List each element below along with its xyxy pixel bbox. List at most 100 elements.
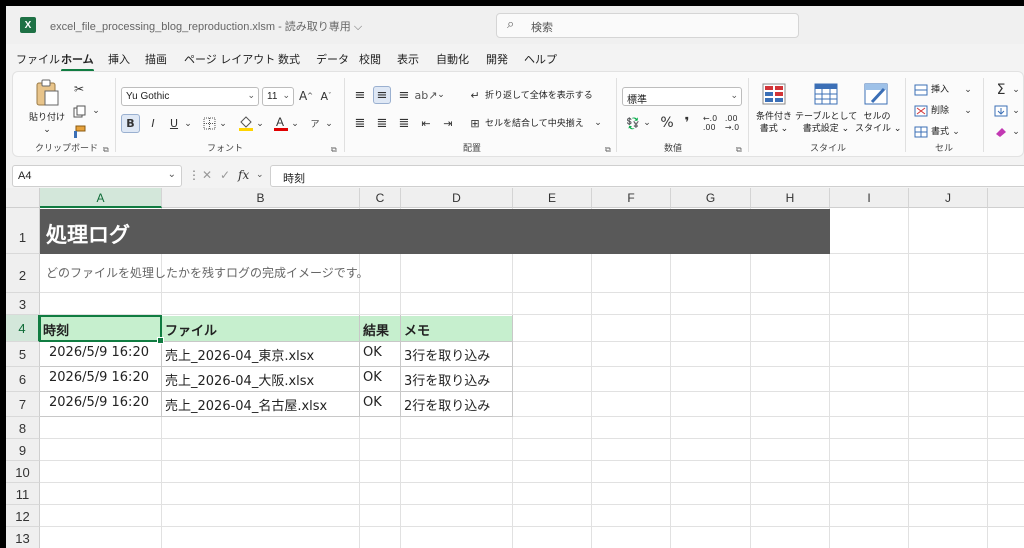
format-as-table-icon[interactable] (813, 82, 839, 106)
clear-dropdown-icon[interactable]: ⌄ (1011, 124, 1021, 140)
row-header-8[interactable]: 8 (6, 417, 40, 439)
accounting-dropdown-icon[interactable]: ⌄ (642, 114, 652, 132)
fill-down-icon[interactable] (993, 103, 1009, 119)
format-as-table-button[interactable]: テーブルとして 書式設定 ⌄ (795, 111, 857, 135)
column-header-d[interactable]: D (401, 188, 513, 208)
paste-label[interactable]: 貼り付け (27, 112, 67, 124)
more-options-icon[interactable]: ⋮ (188, 168, 200, 182)
header-file[interactable]: ファイル (165, 320, 217, 339)
font-name-combo[interactable]: Yu Gothic ⌄ (121, 87, 259, 106)
format-cells-icon[interactable] (913, 124, 929, 140)
cell-result[interactable]: OK (363, 395, 382, 410)
column-header-j[interactable]: J (909, 188, 988, 208)
row-header-10[interactable]: 10 (6, 461, 40, 483)
fill-color-dropdown-icon[interactable]: ⌄ (255, 114, 265, 133)
row-header-11[interactable]: 11 (6, 483, 40, 505)
number-launcher-icon[interactable]: ⧉ (736, 145, 742, 155)
orientation-icon[interactable]: ab↗ (415, 86, 438, 104)
cell-time[interactable]: 2026/5/9 16:20 (49, 370, 149, 385)
accounting-format-icon[interactable]: 💱 (624, 114, 642, 132)
number-format-combo[interactable]: 標準 ⌄ (622, 87, 742, 106)
decrease-indent-icon[interactable]: ⇤ (417, 114, 435, 132)
cell-result[interactable]: OK (363, 345, 382, 360)
phonetic-dropdown-icon[interactable]: ⌄ (324, 114, 334, 133)
conditional-formatting-icon[interactable] (761, 82, 787, 106)
delete-dropdown-icon[interactable]: ⌄ (963, 103, 973, 119)
tab-developer[interactable]: 開発 (486, 51, 508, 67)
cell-styles-button[interactable]: セルの スタイル ⌄ (855, 111, 901, 135)
cell-memo[interactable]: 3行を取り込み (404, 345, 490, 364)
decrease-font-icon[interactable]: Aˇ (318, 87, 334, 105)
autosum-button[interactable]: Σ (993, 82, 1009, 98)
fill-color-icon[interactable] (237, 113, 255, 133)
enter-check-icon[interactable]: ✓ (220, 168, 230, 182)
borders-dropdown-icon[interactable]: ⌄ (218, 114, 228, 133)
cell-styles-icon[interactable] (863, 82, 889, 106)
row-header-1[interactable]: 1 (6, 208, 40, 254)
conditional-formatting-button[interactable]: 条件付き 書式 ⌄ (751, 111, 797, 135)
worksheet-grid[interactable]: A B C D E F G H I J 1 2 3 4 5 6 7 8 9 10… (6, 188, 1024, 548)
tab-automate[interactable]: 自動化 (436, 51, 469, 67)
copy-icon[interactable] (71, 103, 87, 119)
cancel-icon[interactable]: ✕ (202, 168, 212, 182)
column-header-i[interactable]: I (830, 188, 909, 208)
row-header-12[interactable]: 12 (6, 505, 40, 527)
row-header-9[interactable]: 9 (6, 439, 40, 461)
paste-dropdown-icon[interactable]: ⌄ (39, 124, 55, 136)
align-top-icon[interactable]: ≡ (351, 86, 369, 104)
row-header-3[interactable]: 3 (6, 293, 40, 315)
align-middle-icon[interactable]: ≡ (373, 86, 391, 104)
cell-memo[interactable]: 3行を取り込み (404, 370, 490, 389)
autosum-dropdown-icon[interactable]: ⌄ (1011, 82, 1021, 98)
row-header-6[interactable]: 6 (6, 367, 40, 392)
tab-data[interactable]: データ (316, 51, 349, 67)
formula-input[interactable]: 時刻 (270, 165, 1024, 187)
italic-button[interactable]: I (145, 114, 161, 133)
row-header-7[interactable]: 7 (6, 392, 40, 417)
delete-cells-icon[interactable] (913, 103, 929, 119)
cell-file[interactable]: 売上_2026-04_名古屋.xlsx (165, 395, 327, 414)
cell-file[interactable]: 売上_2026-04_東京.xlsx (165, 345, 314, 364)
cell-time[interactable]: 2026/5/9 16:20 (49, 395, 149, 410)
column-header-e[interactable]: E (513, 188, 592, 208)
header-result[interactable]: 結果 (363, 320, 389, 339)
underline-dropdown-icon[interactable]: ⌄ (183, 114, 193, 133)
increase-decimal-icon[interactable]: ←.0.00 (701, 114, 719, 132)
clipboard-launcher-icon[interactable]: ⧉ (103, 145, 109, 155)
row-header-5[interactable]: 5 (6, 342, 40, 367)
column-header-c[interactable]: C (360, 188, 401, 208)
tab-formulas[interactable]: 数式 (278, 51, 300, 67)
fill-dropdown-icon[interactable]: ⌄ (1011, 103, 1021, 119)
tab-help[interactable]: ヘルプ (524, 51, 557, 67)
column-header-a[interactable]: A (40, 188, 162, 208)
font-color-dropdown-icon[interactable]: ⌄ (290, 114, 300, 133)
delete-cells-button[interactable]: 削除 (931, 105, 949, 117)
align-left-icon[interactable]: ≣ (351, 114, 369, 132)
tab-draw[interactable]: 描画 (145, 51, 167, 67)
clear-icon[interactable] (993, 124, 1009, 140)
font-launcher-icon[interactable]: ⧉ (331, 145, 337, 155)
header-memo[interactable]: メモ (404, 320, 430, 339)
sheet-subtitle[interactable]: どのファイルを処理したかを残すログの完成イメージです。 (46, 264, 369, 281)
copy-dropdown-icon[interactable]: ⌄ (91, 103, 101, 119)
percent-style-button[interactable]: % (658, 114, 676, 132)
fx-dropdown-icon[interactable]: ⌄ (256, 170, 264, 180)
row-header-4[interactable]: 4 (6, 315, 40, 342)
insert-cells-button[interactable]: 挿入 (931, 84, 949, 96)
alignment-launcher-icon[interactable]: ⧉ (605, 145, 611, 155)
column-header-f[interactable]: F (592, 188, 671, 208)
increase-font-icon[interactable]: A ^ (298, 87, 314, 105)
tab-view[interactable]: 表示 (397, 51, 419, 67)
sheet-title[interactable]: 処理ログ (46, 219, 130, 249)
cell-result[interactable]: OK (363, 370, 382, 385)
align-center-icon[interactable]: ≣ (373, 114, 391, 132)
cell-time[interactable]: 2026/5/9 16:20 (49, 345, 149, 360)
merge-center-icon[interactable]: ⊞ (468, 114, 482, 132)
insert-function-icon[interactable]: fx (238, 168, 249, 182)
tab-file[interactable]: ファイル (16, 51, 60, 67)
tab-page-layout[interactable]: ページ レイアウト (184, 51, 275, 67)
file-title[interactable]: excel_file_processing_blog_reproduction.… (50, 18, 362, 34)
tab-insert[interactable]: 挿入 (108, 51, 130, 67)
search-box[interactable]: ⌕ 検索 (496, 13, 799, 38)
column-header-k[interactable] (988, 188, 1024, 208)
